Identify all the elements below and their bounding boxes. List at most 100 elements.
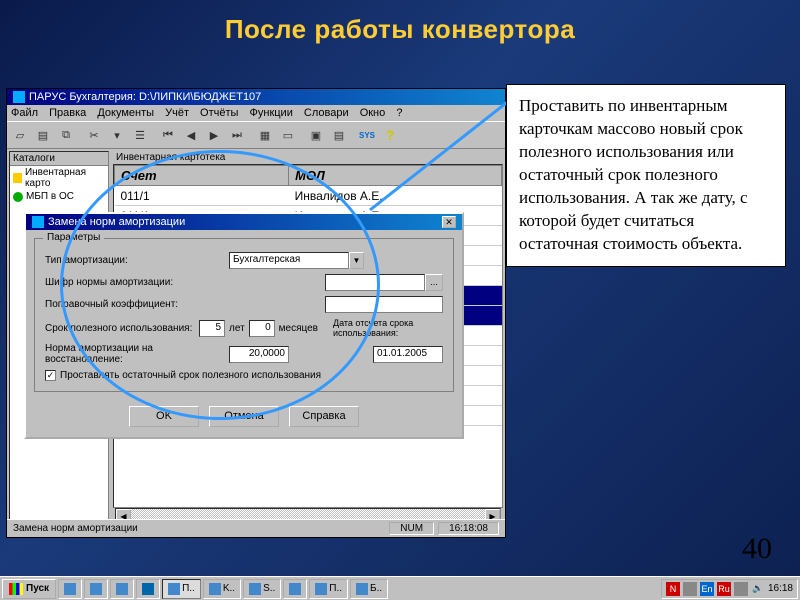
- status-num: NUM: [389, 522, 434, 535]
- menu-edit[interactable]: Правка: [49, 107, 86, 119]
- tb-system-icon[interactable]: SYS: [356, 124, 378, 146]
- checkbox-icon[interactable]: ✓: [45, 370, 56, 381]
- menubar[interactable]: Файл Правка Документы Учёт Отчёты Функци…: [7, 105, 505, 121]
- label-code: Шифр нормы амортизации:: [45, 277, 225, 288]
- close-icon[interactable]: ✕: [442, 216, 456, 228]
- suffix-months: месяцев: [279, 323, 318, 334]
- slide-title: После работы конвертора: [0, 0, 800, 53]
- suffix-years: лет: [229, 323, 245, 334]
- checkbox-residual[interactable]: ✓ Проставлять остаточный срок полезного …: [45, 370, 443, 381]
- input-code[interactable]: [325, 274, 425, 291]
- menu-docs[interactable]: Документы: [97, 107, 154, 119]
- statusbar: Замена норм амортизации NUM 16:18:08: [7, 519, 505, 537]
- windows-logo-icon: [9, 583, 23, 595]
- taskbar-item[interactable]: [110, 579, 134, 599]
- checkbox-label: Проставлять остаточный срок полезного ис…: [60, 370, 321, 381]
- taskbar-item[interactable]: [136, 579, 160, 599]
- input-coef[interactable]: [325, 296, 443, 313]
- select-type[interactable]: Бухгалтерская ▼: [229, 252, 364, 269]
- tb-report-icon[interactable]: ▤: [328, 124, 350, 146]
- callout-box: Проставить по инвентарным карточкам масс…: [506, 84, 786, 267]
- menu-file[interactable]: Файл: [11, 107, 38, 119]
- taskbar-item-label: K..: [223, 583, 235, 594]
- tb-copy-icon[interactable]: ⧉: [55, 124, 77, 146]
- menu-window[interactable]: Окно: [360, 107, 386, 119]
- menu-reports[interactable]: Отчёты: [200, 107, 238, 119]
- app-icon: [315, 583, 327, 595]
- menu-dicts[interactable]: Словари: [304, 107, 349, 119]
- tb-prev-icon[interactable]: ◀: [180, 124, 202, 146]
- tray-icon[interactable]: [683, 582, 697, 596]
- taskbar-item-label: П..: [182, 583, 195, 594]
- tb-sort-icon[interactable]: ☰: [129, 124, 151, 146]
- volume-icon[interactable]: 🔊: [751, 582, 765, 596]
- menu-funcs[interactable]: Функции: [250, 107, 293, 119]
- dialog-buttons: OK Отмена Справка: [26, 400, 462, 437]
- app-icon: [168, 583, 180, 595]
- taskbar: Пуск П.. K.. S.. П.. Б.. N En Ru 🔊 16:18: [0, 576, 800, 600]
- start-button[interactable]: Пуск: [2, 579, 56, 599]
- menu-uchet[interactable]: Учёт: [165, 107, 189, 119]
- catalog-item-label: Инвентарная карто: [25, 167, 105, 189]
- app-title: ПАРУС Бухгалтерия: D:\ЛИПКИ\БЮДЖЕТ107: [29, 91, 261, 103]
- tb-card-icon[interactable]: ▭: [277, 124, 299, 146]
- taskbar-item[interactable]: S..: [243, 579, 281, 599]
- tb-cut-icon[interactable]: ✂: [83, 124, 105, 146]
- taskbar-item[interactable]: П..: [309, 579, 348, 599]
- app-icon: [116, 583, 128, 595]
- group-legend: Параметры: [43, 232, 104, 243]
- taskbar-item[interactable]: [58, 579, 82, 599]
- ok-button[interactable]: OK: [129, 406, 199, 427]
- taskbar-item[interactable]: K..: [203, 579, 241, 599]
- taskbar-item[interactable]: [283, 579, 307, 599]
- dialog-titlebar[interactable]: Замена норм амортизации ✕: [26, 214, 462, 230]
- taskbar-item[interactable]: [84, 579, 108, 599]
- dialog-amortization: Замена норм амортизации ✕ Параметры Тип …: [24, 212, 464, 439]
- col-mol[interactable]: МОЛ: [289, 166, 502, 186]
- app-icon: [90, 583, 102, 595]
- lang-indicator[interactable]: Ru: [717, 582, 731, 596]
- tb-help-icon[interactable]: ?: [379, 124, 401, 146]
- menu-help[interactable]: ?: [396, 107, 402, 119]
- params-group: Параметры Тип амортизации: Бухгалтерская…: [34, 238, 454, 392]
- input-months[interactable]: 0: [249, 320, 275, 337]
- dropdown-arrow-icon[interactable]: ▼: [349, 252, 364, 269]
- dialog-icon: [32, 216, 44, 228]
- catalog-title: Каталоги: [10, 152, 108, 166]
- taskbar-item[interactable]: Б..: [350, 579, 388, 599]
- folder-icon: [13, 173, 22, 183]
- tb-first-icon[interactable]: ⏮: [157, 124, 179, 146]
- col-account[interactable]: Счет: [115, 166, 289, 186]
- table-row[interactable]: 011/1Инвалидов А.Е.: [115, 186, 502, 206]
- tray-clock: 16:18: [768, 583, 793, 594]
- input-years[interactable]: 5: [199, 320, 225, 337]
- system-tray[interactable]: N En Ru 🔊 16:18: [661, 579, 798, 599]
- status-text: Замена норм амортизации: [13, 523, 138, 534]
- lang-indicator[interactable]: En: [700, 582, 714, 596]
- select-type-value: Бухгалтерская: [229, 252, 349, 269]
- cancel-button[interactable]: Отмена: [209, 406, 279, 427]
- app-icon: [209, 583, 221, 595]
- taskbar-item[interactable]: П..: [162, 579, 201, 599]
- help-button[interactable]: Справка: [289, 406, 359, 427]
- lookup-button-icon[interactable]: ...: [425, 274, 443, 291]
- tb-grid-icon[interactable]: ▦: [254, 124, 276, 146]
- catalog-item-mbp[interactable]: МБП в ОС: [10, 190, 108, 203]
- catalog-item-inventory[interactable]: Инвентарная карто: [10, 166, 108, 190]
- tb-filter-icon[interactable]: ▾: [106, 124, 128, 146]
- tb-open-icon[interactable]: ▤: [32, 124, 54, 146]
- label-startdate: Дата отсчета срока использования:: [333, 318, 443, 338]
- save-icon: [142, 583, 154, 595]
- app-titlebar: ПАРУС Бухгалтерия: D:\ЛИПКИ\БЮДЖЕТ107: [7, 89, 505, 105]
- input-date[interactable]: 01.01.2005: [373, 346, 443, 363]
- tb-new-icon[interactable]: ▱: [9, 124, 31, 146]
- tb-last-icon[interactable]: ⏭: [226, 124, 248, 146]
- input-norm[interactable]: 20,0000: [229, 346, 289, 363]
- label-type: Тип амортизации:: [45, 255, 225, 266]
- tb-calc-icon[interactable]: ▣: [305, 124, 327, 146]
- app-logo-icon: [13, 91, 25, 103]
- tray-icon[interactable]: [734, 582, 748, 596]
- slide-number: 40: [742, 532, 772, 566]
- tb-next-icon[interactable]: ▶: [203, 124, 225, 146]
- tray-icon[interactable]: N: [666, 582, 680, 596]
